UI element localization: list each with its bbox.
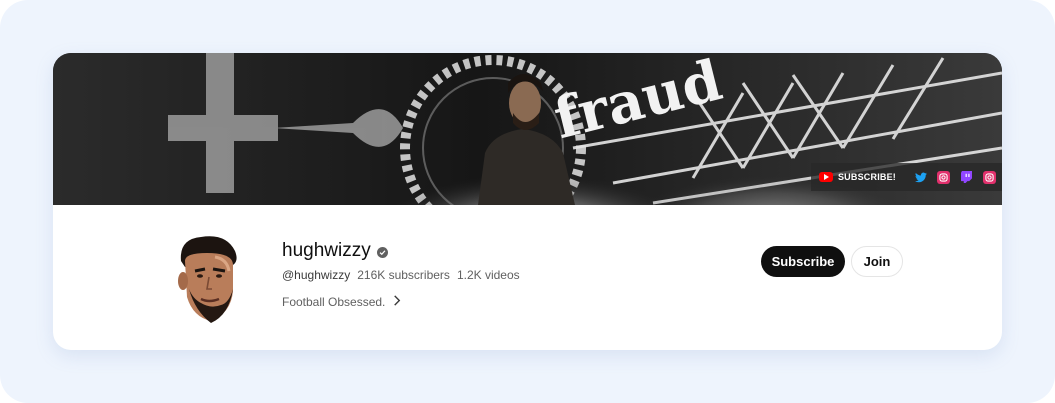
youtube-icon xyxy=(818,172,833,182)
channel-meta: @hughwizzy 216K subscribers 1.2K videos xyxy=(282,268,520,282)
channel-avatar[interactable] xyxy=(171,231,247,331)
verified-badge-icon xyxy=(376,246,388,258)
channel-banner: fraud SUBSCRIBE! xyxy=(53,53,1002,205)
chevron-right-icon xyxy=(393,295,401,309)
banner-links-bar: SUBSCRIBE! xyxy=(810,163,1002,191)
channel-description: Football Obsessed. xyxy=(282,295,386,309)
channel-header-card: fraud SUBSCRIBE! hughwizzy @hughwizzy 21… xyxy=(53,53,1002,350)
channel-handle: @hughwizzy xyxy=(282,268,351,282)
join-button[interactable]: Join xyxy=(851,246,903,277)
channel-name-row: hughwizzy xyxy=(282,240,388,262)
channel-description-link[interactable]: Football Obsessed. xyxy=(282,295,401,309)
banner-subscribe-link[interactable]: SUBSCRIBE! xyxy=(818,172,904,182)
video-count: 1.2K videos xyxy=(456,268,520,282)
instagram-icon[interactable] xyxy=(937,170,950,184)
banner-subscribe-label: SUBSCRIBE! xyxy=(837,172,896,182)
page-background: fraud SUBSCRIBE! hughwizzy @hughwizzy 21… xyxy=(0,0,1055,403)
twitch-icon[interactable] xyxy=(960,171,973,184)
channel-name[interactable]: hughwizzy xyxy=(282,240,371,262)
subscribe-button[interactable]: Subscribe xyxy=(761,246,845,277)
twitter-icon[interactable] xyxy=(914,171,927,184)
subscriber-count: 216K subscribers xyxy=(357,268,450,282)
instagram-icon[interactable] xyxy=(983,170,996,184)
